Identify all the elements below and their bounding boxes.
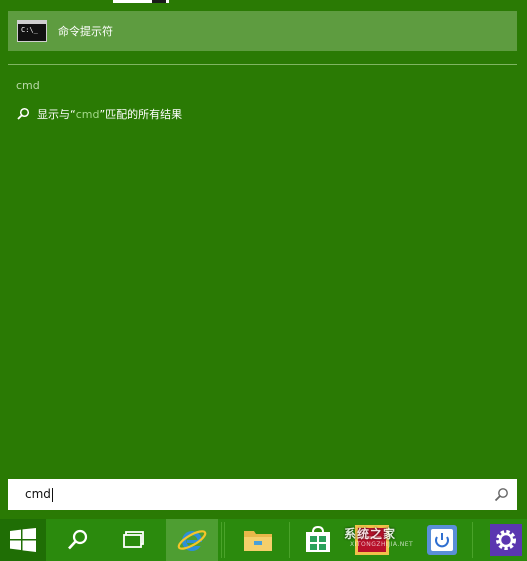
query-group-label: cmd (16, 79, 40, 92)
text-caret (51, 487, 53, 502)
settings[interactable] (486, 519, 526, 561)
watermark-subtext: XITONGZHIJIA.NET (350, 541, 414, 548)
internet-explorer[interactable] (166, 519, 218, 561)
windows-logo-icon (10, 528, 36, 552)
web-result-prefix: 显示与“ (37, 108, 76, 121)
folder-icon (244, 531, 272, 551)
app-power[interactable] (422, 519, 462, 561)
task-view-button[interactable] (112, 519, 156, 561)
top-edge-notch-dark (152, 0, 166, 3)
watermark: 系统之家 (344, 527, 397, 541)
top-edge (0, 0, 527, 3)
web-result-suffix: ”匹配的所有结果 (99, 108, 183, 121)
store[interactable] (294, 519, 342, 561)
web-search-result[interactable]: 显示与“ cmd ”匹配的所有结果 (16, 106, 182, 122)
search-icon (68, 529, 88, 550)
search-icon (16, 107, 30, 121)
results-divider (8, 64, 517, 65)
search-input[interactable]: cmd (25, 487, 53, 502)
taskbar-separator (289, 522, 290, 558)
best-match-label: 命令提示符 (58, 25, 113, 38)
ie-icon (177, 530, 207, 551)
gear-icon (490, 524, 522, 556)
search-box[interactable]: cmd (8, 479, 517, 510)
store-icon (306, 526, 330, 552)
power-icon (427, 525, 457, 555)
web-result-term: cmd (75, 107, 100, 121)
taskbar (0, 519, 527, 561)
taskbar-separator (472, 522, 473, 558)
taskbar-separator (221, 522, 222, 558)
search-icon[interactable] (493, 487, 509, 503)
search-button[interactable] (56, 519, 100, 561)
file-explorer[interactable] (232, 519, 284, 561)
taskbar-separator (224, 522, 225, 558)
task-view-icon (123, 531, 144, 548)
best-match-result[interactable]: C:\_ 命令提示符 (8, 11, 517, 51)
start-button[interactable] (0, 519, 46, 561)
cmd-console-icon: C:\_ (17, 20, 47, 42)
search-input-value: cmd (25, 487, 51, 502)
